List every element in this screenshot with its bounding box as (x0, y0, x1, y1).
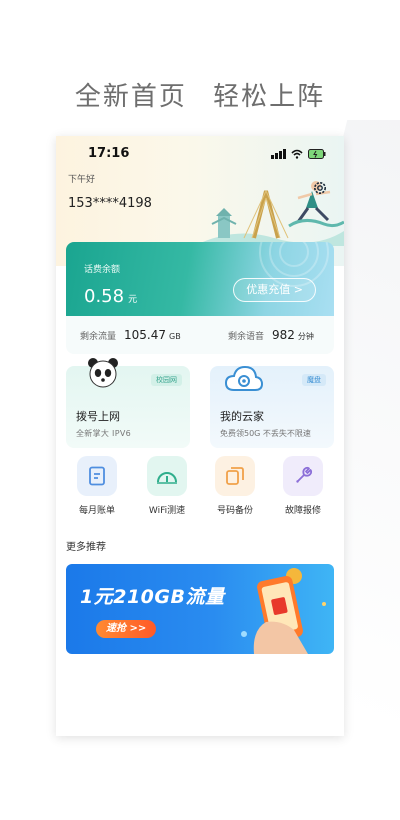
phone-hand-illustration (241, 568, 326, 654)
service-title: 我的云家 (220, 410, 264, 423)
signal-icon (271, 149, 286, 159)
balance-card[interactable]: 话费余额 0.58 元 优惠充值 > (66, 242, 334, 316)
service-card-cloud[interactable]: 魔盘 我的云家 免费领50G 不丢失不限速 (210, 365, 334, 448)
data-unit: GB (169, 332, 181, 341)
status-bar: 17:16 (56, 146, 344, 164)
headline-part-2: 轻松上阵 (213, 82, 326, 112)
panda-mascot-icon (88, 358, 118, 388)
more-recommendations-title: 更多推荐 (66, 542, 106, 553)
promo-banner[interactable]: 1元210GB流量 速抢 >> (66, 564, 334, 654)
quick-action-repair[interactable]: 故障报修 (268, 456, 338, 516)
promo-headline: 全新首页 轻松上阵 (0, 76, 400, 113)
cloud-icon (224, 365, 264, 391)
service-title: 拨号上网 (76, 410, 120, 423)
data-remaining[interactable]: 剩余流量 105.47 GB (80, 328, 181, 342)
data-value: 105.47 (124, 328, 167, 342)
voice-unit: 分钟 (297, 332, 314, 341)
service-tag: 魔盘 (302, 374, 326, 386)
quick-action-backup[interactable]: 号码备份 (200, 456, 270, 516)
quick-action-bill[interactable]: 每月账单 (62, 456, 132, 516)
balance-unit: 元 (128, 295, 138, 305)
status-icons (271, 149, 326, 159)
quick-action-label: 号码备份 (216, 506, 253, 516)
phone-screen: 17:16 下午好 153****4198 话费余额 0.58 元 优惠充值 >… (56, 136, 344, 736)
service-subtitle: 免费领50G 不丢失不限速 (220, 429, 311, 438)
status-time: 17:16 (88, 146, 130, 161)
quick-action-label: 故障报修 (284, 506, 321, 516)
grab-now-button[interactable]: 速抢 >> (96, 620, 157, 638)
backup-icon (215, 456, 255, 496)
bill-icon (77, 456, 117, 496)
usage-summary: 剩余流量 105.47 GB 剩余语音 982 分钟 (66, 316, 334, 354)
quick-action-label: 每月账单 (78, 506, 115, 516)
voice-remaining[interactable]: 剩余语音 982 分钟 (228, 328, 314, 342)
banner-title: 1元210GB流量 (80, 586, 225, 608)
service-subtitle: 全新掌大 IPV6 (76, 429, 131, 438)
balance-label: 话费余额 (84, 265, 121, 275)
headline-part-1: 全新首页 (74, 82, 187, 112)
speedometer-icon (147, 456, 187, 496)
service-card-dialup[interactable]: 校园网 拨号上网 全新掌大 IPV6 (66, 358, 190, 448)
settings-gear-icon[interactable] (312, 180, 328, 196)
data-label: 剩余流量 (80, 332, 117, 342)
wifi-icon (291, 149, 303, 159)
phone-number: 153****4198 (68, 196, 152, 211)
wrench-icon (283, 456, 323, 496)
battery-icon (308, 149, 326, 159)
quick-action-label: WiFi测速 (148, 506, 186, 516)
balance-amount: 0.58 元 (84, 286, 137, 307)
balance-value: 0.58 (84, 286, 125, 307)
voice-value: 982 (272, 328, 295, 342)
voice-label: 剩余语音 (228, 332, 265, 342)
recharge-button[interactable]: 优惠充值 > (233, 278, 316, 302)
quick-action-wifi-speed[interactable]: WiFi测速 (132, 456, 202, 516)
greeting-text: 下午好 (68, 175, 96, 185)
service-tag: 校园网 (151, 374, 182, 386)
